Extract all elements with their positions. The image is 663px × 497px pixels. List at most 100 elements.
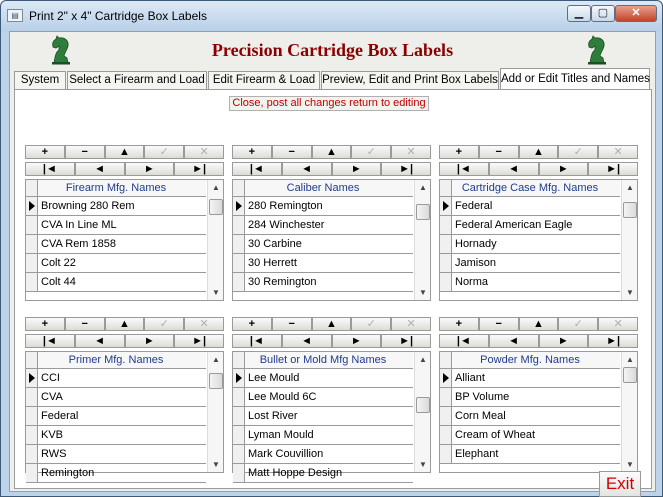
title-bar[interactable]: ▤ Print 2" x 4" Cartridge Box Labels ▁ ▢… — [1, 1, 662, 31]
prior-record-button[interactable]: ◄ — [488, 334, 539, 348]
grid-column-header[interactable]: Firearm Mfg. Names — [26, 180, 206, 197]
grid-row[interactable]: Alliant — [440, 369, 620, 388]
scroll-up-arrow-icon[interactable]: ▲ — [622, 352, 638, 367]
scroll-up-arrow-icon[interactable]: ▲ — [208, 180, 224, 195]
grid-cell[interactable]: Mark Couvillion — [248, 445, 323, 463]
tab-preview-print[interactable]: Preview, Edit and Print Box Labels — [321, 71, 499, 89]
grid-column-header[interactable]: Bullet or Mold Mfg Names — [233, 352, 413, 369]
scroll-down-arrow-icon[interactable]: ▼ — [208, 457, 224, 472]
grid-row[interactable]: KVB — [26, 426, 206, 445]
grid-cell[interactable]: Federal — [455, 197, 492, 215]
grid-row[interactable]: 30 Carbine — [233, 235, 413, 254]
post-record-button[interactable]: ✓ — [558, 145, 599, 159]
first-record-button[interactable]: |◄ — [232, 334, 282, 348]
prior-record-button[interactable]: ◄ — [74, 162, 125, 176]
grid-row[interactable]: RWS — [26, 445, 206, 464]
grid-cell[interactable]: 30 Herrett — [248, 254, 297, 272]
post-record-button[interactable]: ✓ — [144, 317, 185, 331]
grid-row[interactable]: CVA Rem 1858 — [26, 235, 206, 254]
scroll-thumb[interactable] — [209, 199, 223, 215]
add-record-button[interactable]: + — [25, 145, 65, 159]
delete-record-button[interactable]: − — [271, 317, 312, 331]
row-selector[interactable] — [26, 445, 38, 463]
grid-cell[interactable]: Colt 22 — [41, 254, 76, 272]
tab-select-firearm-load[interactable]: Select a Firearm and Load — [67, 71, 207, 89]
edit-record-button[interactable]: ▲ — [311, 145, 352, 159]
grid-row[interactable]: Hornady — [440, 235, 620, 254]
cancel-record-button[interactable]: ✕ — [184, 317, 224, 331]
prior-record-button[interactable]: ◄ — [488, 162, 539, 176]
post-record-button[interactable]: ✓ — [351, 317, 392, 331]
add-record-button[interactable]: + — [439, 145, 479, 159]
edit-record-button[interactable]: ▲ — [311, 317, 352, 331]
scroll-up-arrow-icon[interactable]: ▲ — [415, 180, 431, 195]
current-row-indicator-icon[interactable] — [233, 369, 245, 387]
last-record-button[interactable]: ►| — [174, 334, 224, 348]
grid-row[interactable]: Lyman Mould — [233, 426, 413, 445]
tab-edit-firearm-load[interactable]: Edit Firearm & Load — [208, 71, 320, 89]
maximize-button[interactable]: ▢ — [591, 5, 615, 22]
last-record-button[interactable]: ►| — [381, 162, 431, 176]
add-record-button[interactable]: + — [232, 317, 272, 331]
grid-cell[interactable]: Hornady — [455, 235, 497, 253]
current-row-indicator-icon[interactable] — [26, 197, 38, 215]
scroll-thumb[interactable] — [623, 202, 637, 218]
row-selector[interactable] — [233, 388, 245, 406]
prior-record-button[interactable]: ◄ — [281, 334, 332, 348]
scroll-down-arrow-icon[interactable]: ▼ — [622, 457, 638, 472]
edit-record-button[interactable]: ▲ — [518, 317, 559, 331]
row-selector[interactable] — [440, 407, 452, 425]
vertical-scrollbar[interactable]: ▲ ▼ — [621, 180, 637, 300]
cancel-record-button[interactable]: ✕ — [391, 145, 431, 159]
grid-row[interactable]: Corn Meal — [440, 407, 620, 426]
grid-cell[interactable]: Corn Meal — [455, 407, 506, 425]
last-record-button[interactable]: ►| — [174, 162, 224, 176]
row-selector[interactable] — [440, 388, 452, 406]
post-record-button[interactable]: ✓ — [144, 145, 185, 159]
row-selector[interactable] — [26, 273, 38, 291]
row-selector[interactable] — [233, 235, 245, 253]
row-selector[interactable] — [26, 464, 38, 482]
names-grid[interactable]: Caliber Names 280 Remington 284 Wincheste… — [232, 179, 431, 301]
grid-row[interactable]: Elephant — [440, 445, 620, 464]
first-record-button[interactable]: |◄ — [25, 162, 75, 176]
row-selector[interactable] — [440, 254, 452, 272]
names-grid[interactable]: Bullet or Mold Mfg Names Lee Mould Lee Mo… — [232, 351, 431, 483]
row-selector[interactable] — [26, 216, 38, 234]
prior-record-button[interactable]: ◄ — [281, 162, 332, 176]
scroll-down-arrow-icon[interactable]: ▼ — [415, 285, 431, 300]
grid-cell[interactable]: Lyman Mould — [248, 426, 314, 444]
grid-cell[interactable]: Elephant — [455, 445, 498, 463]
grid-row[interactable]: Lee Mould — [233, 369, 413, 388]
names-grid[interactable]: Firearm Mfg. Names Browning 280 Rem CVA I… — [25, 179, 224, 301]
grid-cell[interactable]: KVB — [41, 426, 63, 444]
next-record-button[interactable]: ► — [331, 162, 382, 176]
next-record-button[interactable]: ► — [124, 334, 175, 348]
exit-button[interactable]: Exit — [599, 471, 641, 497]
scroll-up-arrow-icon[interactable]: ▲ — [415, 352, 431, 367]
row-selector[interactable] — [26, 388, 38, 406]
first-record-button[interactable]: |◄ — [232, 162, 282, 176]
grid-cell[interactable]: BP Volume — [455, 388, 509, 406]
scroll-thumb[interactable] — [623, 367, 637, 383]
grid-cell[interactable]: Lost River — [248, 407, 298, 425]
grid-column-header[interactable]: Caliber Names — [233, 180, 413, 197]
grid-cell[interactable]: CVA — [41, 388, 63, 406]
grid-row[interactable]: Federal American Eagle — [440, 216, 620, 235]
grid-row[interactable]: Norma — [440, 273, 620, 292]
grid-row[interactable]: CVA In Line ML — [26, 216, 206, 235]
grid-cell[interactable]: 280 Remington — [248, 197, 323, 215]
grid-cell[interactable]: Federal American Eagle — [455, 216, 572, 234]
grid-row[interactable]: Browning 280 Rem — [26, 197, 206, 216]
grid-row[interactable]: 30 Remington — [233, 273, 413, 292]
cancel-record-button[interactable]: ✕ — [598, 317, 638, 331]
vertical-scrollbar[interactable]: ▲ ▼ — [414, 352, 430, 472]
tab-add-edit-titles[interactable]: Add or Edit Titles and Names — [500, 68, 650, 89]
first-record-button[interactable]: |◄ — [439, 334, 489, 348]
add-record-button[interactable]: + — [25, 317, 65, 331]
add-record-button[interactable]: + — [232, 145, 272, 159]
grid-row[interactable]: Colt 22 — [26, 254, 206, 273]
grid-cell[interactable]: RWS — [41, 445, 66, 463]
row-selector[interactable] — [440, 445, 452, 463]
tab-system[interactable]: System — [14, 71, 66, 89]
